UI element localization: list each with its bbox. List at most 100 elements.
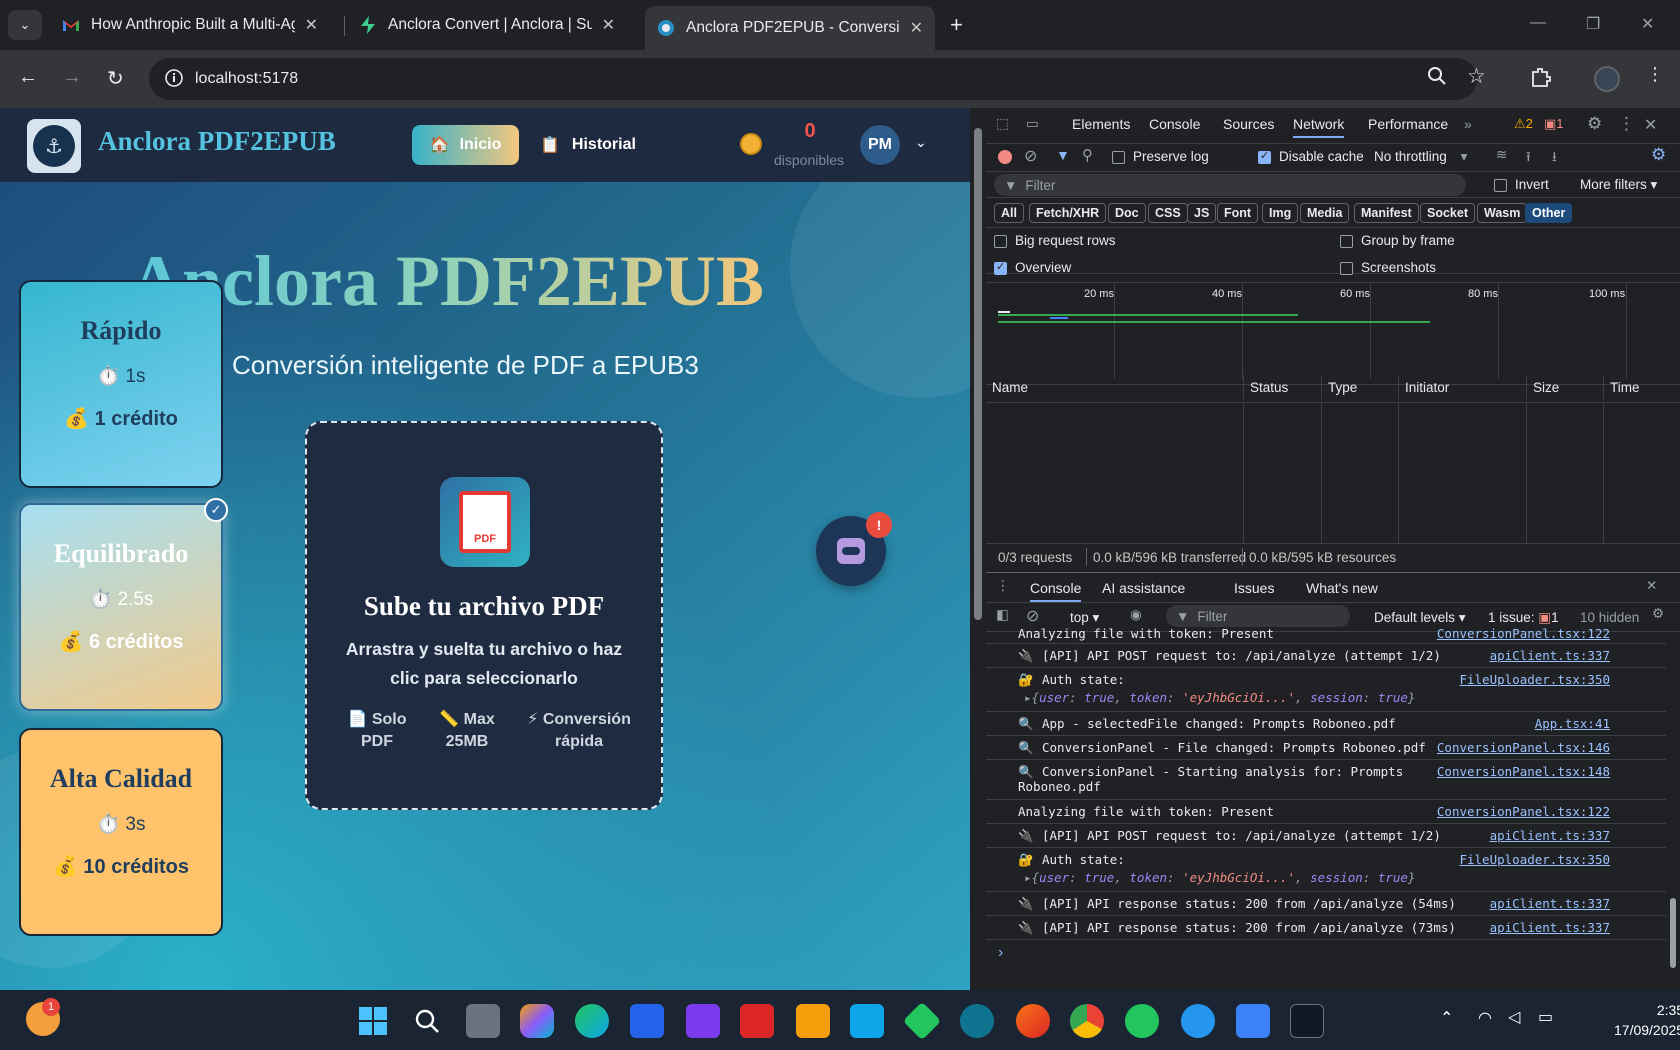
address-bar[interactable]: localhost:5178 [149,58,1477,100]
back-icon[interactable]: ← [18,66,38,89]
filter-chip-css[interactable]: CSS [1148,203,1188,223]
search-icon[interactable] [410,1004,444,1038]
firefox-icon[interactable] [1016,1004,1050,1038]
source-link[interactable]: apiClient.ts:337 [1490,920,1610,935]
nav-inicio-button[interactable]: 🏠 Inicio [412,125,519,165]
chrome-icon[interactable] [1070,1004,1104,1038]
auth-object[interactable]: ▸{user: true, token: 'eyJhbGciOi...', se… [1024,870,1652,885]
site-info-icon[interactable] [164,68,184,93]
throttling-select[interactable]: No throttling ▾ [1374,149,1467,165]
invert-checkbox[interactable]: Invert [1494,177,1549,192]
export-har-icon[interactable]: ⭳ [1552,147,1557,170]
filter-chip-js[interactable]: JS [1187,203,1217,223]
console-scrollbar-thumb[interactable] [1670,898,1676,968]
filter-funnel-icon[interactable]: ▼ [1056,147,1070,163]
drawer-tab-issues[interactable]: Issues [1234,580,1274,596]
console-message[interactable]: 🔍 ConversionPanel - Starting analysis for… [986,760,1666,800]
checkbox[interactable] [1258,149,1271,164]
disable-cache-checkbox[interactable]: Disable cache [1258,149,1364,164]
search-icon[interactable]: ⚲ [1082,146,1093,164]
new-tab-icon[interactable]: + [950,12,963,38]
wifi-icon[interactable]: ◠ [1478,1008,1492,1028]
source-link[interactable]: apiClient.ts:337 [1490,896,1610,911]
pdf-dropzone[interactable]: PDF Sube tu archivo PDF Arrastra y suelt… [305,421,663,810]
snipping-tool-icon[interactable] [740,1004,774,1038]
tab-elements[interactable]: Elements [1072,116,1130,132]
copilot-icon[interactable] [520,1004,554,1038]
network-conditions-icon[interactable]: ≋ [1496,147,1507,163]
more-filters-dropdown[interactable]: More filters ▾ [1580,177,1657,193]
log-levels-select[interactable]: Default levels ▾ [1374,610,1466,626]
console-message[interactable]: 🔍 ConversionPanel - File changed: Prompts… [986,736,1666,760]
filter-chip-manifest[interactable]: Manifest [1354,203,1419,223]
screenshots-checkbox[interactable]: Screenshots [1340,260,1436,275]
source-link[interactable]: App.tsx:41 [1535,716,1610,731]
checkbox[interactable] [1340,261,1353,275]
devtools-menu-icon[interactable]: ⋮ [1618,114,1635,134]
forward-icon[interactable]: → [62,66,82,89]
page-scrollbar-thumb[interactable] [974,128,982,620]
close-drawer-icon[interactable]: ✕ [1646,578,1657,594]
filter-chip-img[interactable]: Img [1262,203,1299,223]
sidebar-toggle-icon[interactable]: ◧ [996,607,1009,623]
mode-card-rapido[interactable]: Rápido ⏱️ 1s 💰 1 crédito [19,280,223,488]
chevron-up-icon[interactable]: ⌃ [1440,1008,1453,1028]
browser-tab-2[interactable]: Anclora Convert | Anclora | Sup ✕ [347,8,627,42]
source-link[interactable]: FileUploader.tsx:350 [1459,852,1610,867]
filter-chip-all[interactable]: All [994,203,1024,223]
browser-menu-icon[interactable]: ⋮ [1646,64,1664,85]
app-logo[interactable]: ⚓ [27,119,81,173]
whatsapp-icon[interactable] [1125,1004,1159,1038]
tab-sources[interactable]: Sources [1223,116,1274,132]
col-header-name[interactable]: Name [986,375,1244,399]
console-message[interactable]: 🔐 Auth state: FileUploader.tsx:350 ▸{user… [986,668,1666,712]
restore-icon[interactable]: ❐ [1586,14,1600,34]
inspect-element-icon[interactable]: ⬚ [996,116,1009,132]
app-icon[interactable] [960,1004,994,1038]
console-prompt[interactable]: › [998,944,1003,962]
clear-icon[interactable]: ⊘ [1024,146,1037,166]
console-message[interactable]: Analyzing file with token: Present Conve… [986,628,1666,644]
drawer-tab-console[interactable]: Console [1030,580,1082,602]
store-icon[interactable] [630,1004,664,1038]
system-clock[interactable]: 2:35 17/09/2025 [1614,1000,1680,1040]
source-link[interactable]: ConversionPanel.tsx:146 [1437,740,1610,755]
mode-card-alta-calidad[interactable]: Alta Calidad ⏱️ 3s 💰 10 créditos [19,728,223,936]
eye-icon[interactable]: ◉ [1130,607,1142,623]
minimize-icon[interactable]: — [1530,14,1546,32]
console-message[interactable]: Analyzing file with token: Present Conve… [986,800,1666,824]
close-icon[interactable]: ✕ [305,15,318,35]
context-select[interactable]: top ▾ [1070,610,1099,626]
big-rows-checkbox[interactable]: Big request rows [994,233,1116,248]
extensions-icon[interactable] [1530,66,1552,93]
network-settings-icon[interactable]: ⚙ [1651,145,1666,165]
console-settings-icon[interactable]: ⚙ [1652,606,1664,622]
console-message[interactable]: 🔐 Auth state: FileUploader.tsx:350 ▸{user… [986,848,1666,892]
reload-icon[interactable]: ↻ [107,66,124,91]
console-message[interactable]: 🔌 [API] API POST request to: /api/analyze… [986,644,1666,668]
warnings-counter[interactable]: ⚠2 [1514,116,1533,132]
drawer-menu-icon[interactable]: ⋮ [996,578,1010,594]
source-link[interactable]: FileUploader.tsx:350 [1459,672,1610,687]
document-icon[interactable] [1236,1004,1270,1038]
close-icon[interactable]: ✕ [910,18,923,38]
col-header-type[interactable]: Type [1322,375,1399,399]
filter-chip-other[interactable]: Other [1525,203,1573,223]
browser-tab-1[interactable]: How Anthropic Built a Multi-Ag ✕ [50,8,330,42]
col-header-initiator[interactable]: Initiator [1399,375,1527,399]
checkbox[interactable] [994,234,1007,248]
browser-tab-3-active[interactable]: Anclora PDF2EPUB - Conversión ✕ [645,6,935,50]
file-explorer-icon[interactable] [796,1004,830,1038]
more-tabs-icon[interactable]: » [1464,116,1472,132]
col-header-time[interactable]: Time [1604,375,1680,399]
console-message[interactable]: 🔌 [API] API POST request to: /api/analyze… [986,824,1666,848]
task-view-icon[interactable] [466,1004,500,1038]
source-link[interactable]: apiClient.ts:337 [1490,828,1610,843]
drawer-tab-whats-new[interactable]: What's new [1306,580,1378,596]
nav-historial-button[interactable]: 📋 Historial [540,125,636,165]
volume-icon[interactable]: ◁ [1508,1007,1520,1027]
brand-name[interactable]: Anclora PDF2EPUB [98,126,336,157]
close-icon[interactable]: ✕ [602,15,615,35]
tab-console[interactable]: Console [1149,116,1200,132]
battery-icon[interactable]: ▭ [1538,1007,1553,1027]
